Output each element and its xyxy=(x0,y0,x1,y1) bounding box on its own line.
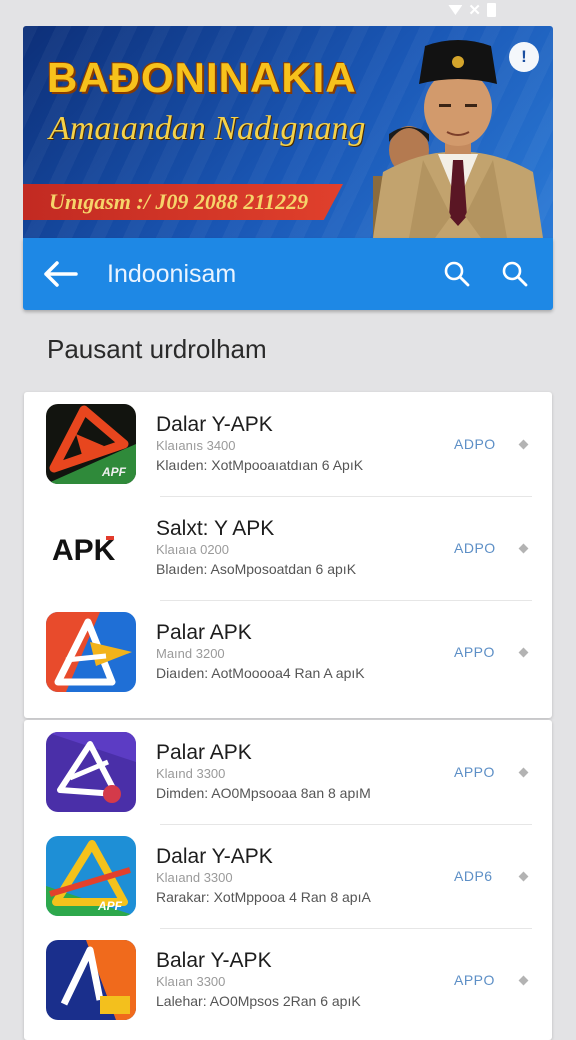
app-text: Dalar Y-APK Klaıand 3300 Rarakar: XotMpp… xyxy=(156,845,454,907)
back-arrow-icon xyxy=(44,261,78,287)
app-action-button[interactable] xyxy=(512,871,534,881)
app-list-item[interactable]: APK Salxt: Y APK Klaıaıa 0200 Blaıden: A… xyxy=(24,496,552,600)
app-list-item[interactable]: APF Dalar Y-APK Klaıanıs 3400 Klaıden: X… xyxy=(24,392,552,496)
banner-ribbon: Unıgasm :/ J09 2088 211229 xyxy=(23,184,343,220)
app-tag: APPO xyxy=(454,764,495,780)
battery-icon xyxy=(487,3,496,17)
app-action-button[interactable] xyxy=(512,439,534,449)
diamond-icon xyxy=(518,543,528,553)
app-icon: APF xyxy=(46,836,136,916)
app-version: Maınd 3200 xyxy=(156,646,225,661)
app-list-item[interactable]: APF Dalar Y-APK Klaıand 3300 Rarakar: Xo… xyxy=(24,824,552,928)
section-title: Pausant urdrolham xyxy=(47,334,267,364)
no-signal-icon: ✕ xyxy=(468,1,481,19)
search-icon xyxy=(502,261,528,287)
app-tag: ADPO xyxy=(454,436,496,452)
app-text: Salxt: Y APK Klaıaıa 0200 Blaıden: AsoMp… xyxy=(156,517,454,579)
wifi-icon xyxy=(448,5,463,15)
app-action-button[interactable] xyxy=(512,543,534,553)
app-name: Palar APK xyxy=(156,621,252,644)
app-name: Balar Y-APK xyxy=(156,949,272,972)
info-button[interactable]: ! xyxy=(509,42,539,72)
app-icon: APF xyxy=(46,404,136,484)
app-tag: APPO xyxy=(454,644,495,660)
banner-title: BAÐONINAKIA xyxy=(47,54,357,101)
app-name: Dalar Y-APK xyxy=(156,413,273,436)
app-name: Salxt: Y APK xyxy=(156,517,275,540)
app-description: Diaıden: AotMooooa4 Ran A apıK xyxy=(156,665,365,681)
diamond-icon xyxy=(518,975,528,985)
app-version: Klaınd 3300 xyxy=(156,766,226,781)
diamond-icon xyxy=(518,439,528,449)
app-description: Dimden: AO0Mpsooaa 8an 8 apıM xyxy=(156,785,371,801)
app-text: Dalar Y-APK Klaıanıs 3400 Klaıden: XotMp… xyxy=(156,413,454,475)
app-icon-label: APF xyxy=(101,465,127,479)
app-list-card: Palar APK Klaınd 3300 Dimden: AO0Mpsooaa… xyxy=(24,720,552,1040)
app-list-item[interactable]: Balar Y-APK Klaıan 3300 Lalehar: AO0Mpso… xyxy=(24,928,552,1032)
app-icon xyxy=(46,612,136,692)
app-icon-label: APF xyxy=(97,899,123,913)
app-action-button[interactable] xyxy=(512,767,534,777)
app-text: Balar Y-APK Klaıan 3300 Lalehar: AO0Mpso… xyxy=(156,949,454,1011)
app-tag: APPO xyxy=(454,972,495,988)
banner-ribbon-text: Unıgasm :/ J09 2088 211229 xyxy=(49,189,309,214)
diamond-icon xyxy=(518,767,528,777)
app-list-item[interactable]: Palar APK Klaınd 3300 Dimden: AO0Mpsooaa… xyxy=(24,720,552,824)
app-text: Palar APK Klaınd 3300 Dimden: AO0Mpsooaa… xyxy=(156,741,454,803)
search-button-primary[interactable] xyxy=(437,254,477,294)
app-version: Klaıaıa 0200 xyxy=(156,542,230,557)
app-tag: ADPO xyxy=(454,540,496,556)
app-version: Klaıand 3300 xyxy=(156,870,233,885)
search-button-secondary[interactable] xyxy=(495,254,535,294)
status-bar: ✕ xyxy=(448,0,496,20)
app-description: Klaıden: XotMpooaıatdıan 6 ApıK xyxy=(156,457,364,473)
app-tag: ADP6 xyxy=(454,868,493,884)
app-text: Palar APK Maınd 3200 Diaıden: AotMooooa4… xyxy=(156,621,454,683)
diamond-icon xyxy=(518,871,528,881)
app-icon xyxy=(46,940,136,1020)
app-icon xyxy=(46,732,136,812)
app-version: Klaıan 3300 xyxy=(156,974,226,989)
toolbar-title: Indoonisam xyxy=(107,259,237,288)
app-toolbar: Indoonisam xyxy=(23,238,553,310)
diamond-icon xyxy=(518,647,528,657)
app-version: Klaıanıs 3400 xyxy=(156,438,236,453)
hero-banner[interactable]: BAÐONINAKIA Amaıandan Nadıgnang Unıgasm … xyxy=(23,26,553,238)
app-name: Dalar Y-APK xyxy=(156,845,273,868)
app-action-button[interactable] xyxy=(512,975,534,985)
banner-subtitle: Amaıandan Nadıgnang xyxy=(49,110,366,147)
app-description: Blaıden: AsoMposoatdan 6 apıK xyxy=(156,561,357,577)
app-list-item[interactable]: Palar APK Maınd 3200 Diaıden: AotMooooa4… xyxy=(24,600,552,704)
app-name: Palar APK xyxy=(156,741,252,764)
app-action-button[interactable] xyxy=(512,647,534,657)
app-list-card: APF Dalar Y-APK Klaıanıs 3400 Klaıden: X… xyxy=(24,392,552,718)
search-icon xyxy=(444,261,470,287)
app-icon: APK xyxy=(46,508,136,588)
back-button[interactable] xyxy=(37,250,85,298)
app-description: Lalehar: AO0Mpsos 2Ran 6 apıK xyxy=(156,993,361,1009)
app-description: Rarakar: XotMppooa 4 Ran 8 apıA xyxy=(156,889,371,905)
